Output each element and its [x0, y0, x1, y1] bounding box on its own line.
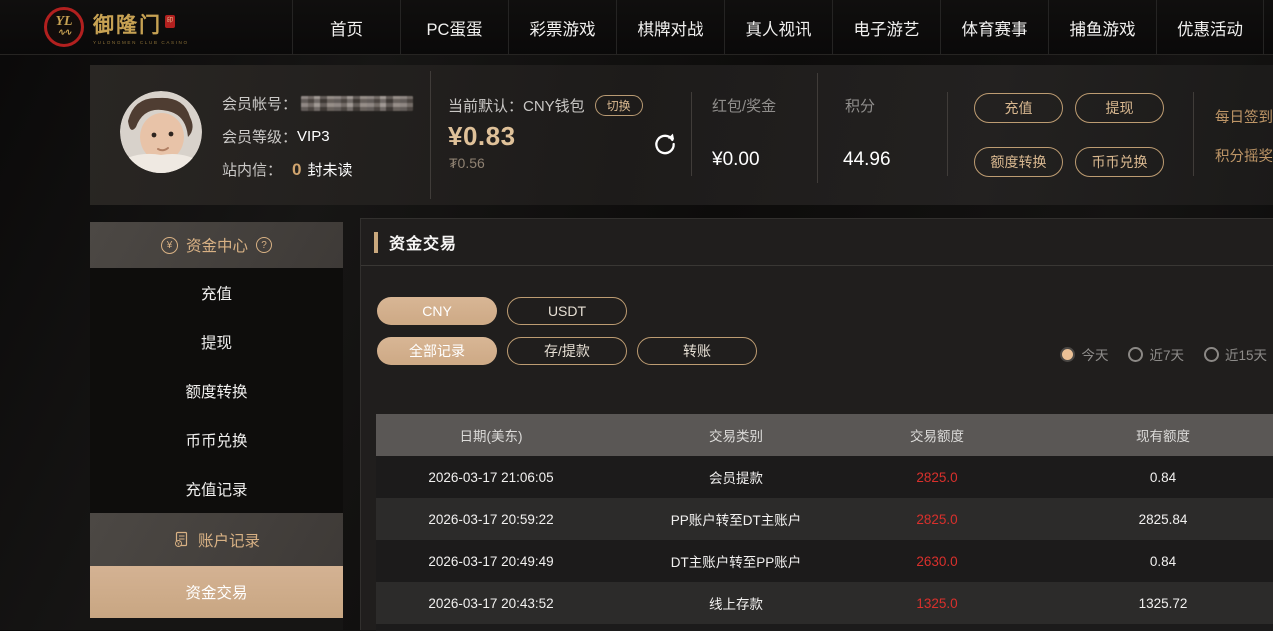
radio-last-7-days[interactable]: 近7天 — [1128, 344, 1184, 364]
col-header-type: 交易类别 — [606, 414, 866, 456]
refresh-balance-icon[interactable] — [652, 131, 678, 162]
member-level-row: 会员等级： VIP3 — [222, 126, 330, 147]
nav-item-promotions[interactable]: 优惠活动 — [1156, 0, 1264, 55]
radio-last-15-days[interactable]: 近15天 — [1204, 344, 1267, 364]
table-row: 2026-03-17 20:59:22 PP账户转至DT主账户 2825.0 2… — [376, 498, 1273, 540]
nav-item-pc-egg[interactable]: PC蛋蛋 — [400, 0, 508, 55]
bonus-value: ¥0.00 — [712, 149, 760, 171]
radio-icon — [1204, 347, 1219, 362]
table-row: 2026-03-17 21:06:05 会员提款 2825.0 0.84 — [376, 456, 1273, 498]
points-value: 44.96 — [843, 149, 891, 171]
table-row: 2026-03-17 20:43:52 线上存款 1325.0 1325.72 — [376, 582, 1273, 624]
daily-signin-link[interactable]: 每日签到 — [1215, 106, 1273, 127]
date-filter-group: 今天 近7天 近15天 — [1060, 344, 1267, 364]
member-account-row: 会员帐号： — [222, 93, 413, 114]
logo-emblem-icon: YL∿∿ — [44, 7, 84, 47]
funds-transaction-panel: 资金交易 CNY USDT 全部记录 存/提款 转账 今天 近7天 近15天 日… — [360, 218, 1273, 630]
brand-name: 御隆门 — [93, 9, 162, 39]
panel-header: 资金交易 — [361, 219, 1273, 266]
sidebar-section-funds-center[interactable]: ¥ 资金中心 ? — [90, 222, 343, 268]
col-header-balance: 现有额度 — [1008, 414, 1273, 456]
section-title: 账户记录 — [198, 529, 260, 551]
type-tab-all-records[interactable]: 全部记录 — [377, 337, 497, 365]
transactions-table: 日期(美东) 交易类别 交易额度 现有额度 2026-03-17 21:06:0… — [376, 414, 1273, 631]
nav-item-live-casino[interactable]: 真人视讯 — [724, 0, 832, 55]
quota-transfer-button[interactable]: 额度转换 — [974, 147, 1063, 177]
cny-balance: ¥0.83 — [448, 121, 516, 152]
radio-today[interactable]: 今天 — [1060, 344, 1108, 364]
switch-wallet-button[interactable]: 切换 — [595, 95, 643, 116]
nav-item-slots[interactable]: 电子游艺 — [832, 0, 940, 55]
divider — [1193, 92, 1194, 176]
site-logo[interactable]: YL∿∿ 御隆门 印 YULONGMEN CLUB CASINO — [44, 7, 189, 47]
unread-count: 0 — [292, 160, 301, 180]
withdraw-button[interactable]: 提现 — [1075, 93, 1164, 123]
brand-seal-icon: 印 — [165, 15, 175, 28]
radio-icon — [1128, 347, 1143, 362]
section-title: 资金中心 — [186, 234, 248, 256]
currency-tab-usdt[interactable]: USDT — [507, 297, 627, 325]
nav-item-lottery[interactable]: 彩票游戏 — [508, 0, 616, 55]
default-wallet-row: 当前默认：CNY钱包 切换 — [448, 95, 643, 116]
coin-exchange-button[interactable]: 币币兑换 — [1075, 147, 1164, 177]
sidebar-item-withdraw[interactable]: 提现 — [90, 317, 343, 366]
sidebar-item-deposit[interactable]: 充值 — [90, 268, 343, 317]
brand-subtext: YULONGMEN CLUB CASINO — [93, 40, 189, 45]
radio-selected-icon — [1060, 347, 1075, 362]
usdt-balance: ₮0.56 — [449, 155, 485, 171]
currency-tab-cny[interactable]: CNY — [377, 297, 497, 325]
col-header-amount: 交易额度 — [866, 414, 1008, 456]
table-row: 2026-03-17 20:49:49 DT主账户转至PP账户 2630.0 0… — [376, 540, 1273, 582]
page-title: 资金交易 — [389, 230, 457, 254]
svg-text:¥: ¥ — [177, 541, 180, 547]
sidebar: ¥ 资金中心 ? 充值 提现 额度转换 币币兑换 充值记录 ¥ 账户记录 资金交… — [90, 222, 343, 630]
sidebar-section-account-records[interactable]: ¥ 账户记录 — [90, 513, 343, 566]
member-inbox-row[interactable]: 站内信： 0 封未读 — [222, 159, 353, 180]
divider — [691, 92, 692, 176]
col-header-date: 日期(美东) — [376, 414, 606, 456]
bonus-label: 红包/奖金 — [712, 95, 776, 116]
account-name-blurred — [301, 96, 413, 111]
title-accent-bar — [374, 232, 378, 253]
main-menu: 首页 PC蛋蛋 彩票游戏 棋牌对战 真人视讯 电子游艺 体育赛事 捕鱼游戏 优惠… — [292, 0, 1264, 55]
deposit-button[interactable]: 充值 — [974, 93, 1063, 123]
divider — [817, 73, 818, 183]
yuan-coin-icon: ¥ — [161, 237, 178, 254]
member-level-value: VIP3 — [297, 128, 330, 145]
top-nav: YL∿∿ 御隆门 印 YULONGMEN CLUB CASINO 首页 PC蛋蛋… — [0, 0, 1273, 55]
sidebar-item-funds-transaction[interactable]: 资金交易 — [90, 566, 343, 618]
ledger-icon: ¥ — [173, 531, 190, 548]
type-tab-deposit-withdraw[interactable]: 存/提款 — [507, 337, 627, 365]
sidebar-item-deposit-record[interactable]: 充值记录 — [90, 464, 343, 513]
nav-item-board-games[interactable]: 棋牌对战 — [616, 0, 724, 55]
nav-item-fishing[interactable]: 捕鱼游戏 — [1048, 0, 1156, 55]
type-tab-transfer[interactable]: 转账 — [637, 337, 757, 365]
divider — [947, 92, 948, 176]
sidebar-next-item-partial — [90, 618, 343, 630]
divider — [430, 71, 431, 199]
table-header-row: 日期(美东) 交易类别 交易额度 现有额度 — [376, 414, 1273, 456]
sidebar-item-quota-transfer[interactable]: 额度转换 — [90, 366, 343, 415]
nav-item-sports[interactable]: 体育赛事 — [940, 0, 1048, 55]
nav-item-home[interactable]: 首页 — [292, 0, 400, 55]
member-info-panel: 会员帐号： 会员等级： VIP3 站内信： 0 封未读 当前默认：CNY钱包 切… — [90, 65, 1273, 205]
avatar — [120, 91, 202, 173]
points-lottery-link[interactable]: 积分摇奖 — [1215, 145, 1273, 166]
sidebar-item-coin-exchange[interactable]: 币币兑换 — [90, 415, 343, 464]
help-icon[interactable]: ? — [256, 237, 272, 253]
points-label: 积分 — [845, 95, 875, 116]
